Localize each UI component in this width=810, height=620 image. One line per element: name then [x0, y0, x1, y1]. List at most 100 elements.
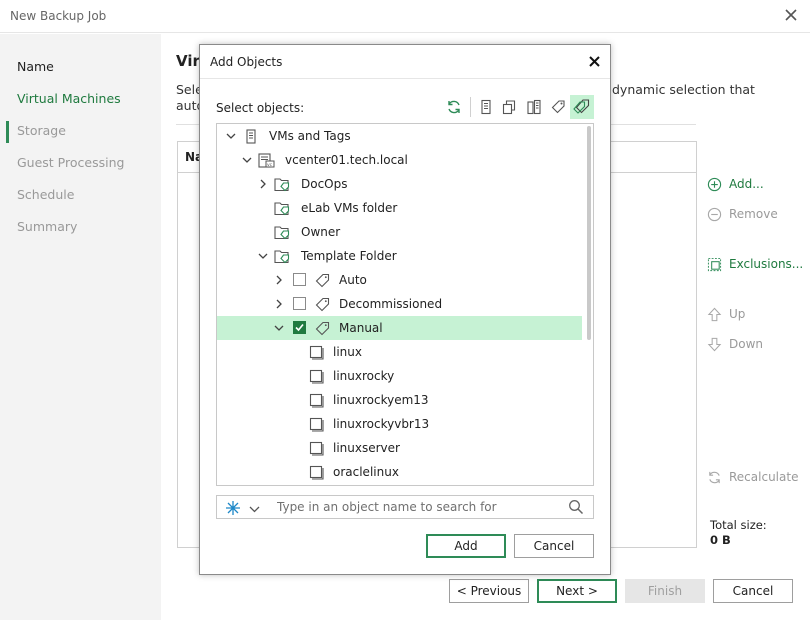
window-close-icon[interactable]	[780, 4, 802, 26]
next-button[interactable]: Next >	[537, 579, 617, 603]
tree-row[interactable]: linuxserver	[217, 436, 582, 460]
tree-item-label: Template Folder	[301, 249, 397, 263]
tree-item-label: eLab VMs folder	[301, 201, 398, 215]
tag-icon	[314, 296, 331, 313]
tree-item-checkbox-checked[interactable]	[293, 321, 306, 334]
tree-item-checkbox[interactable]	[293, 297, 306, 310]
tree-scrollbar-thumb[interactable]	[587, 126, 591, 340]
tree-row[interactable]: vc vcenter01.tech.local	[217, 148, 582, 172]
tag-category-icon	[274, 248, 291, 265]
exclusions-button[interactable]: Exclusions...	[706, 256, 803, 272]
datastores-icon[interactable]	[522, 95, 546, 119]
tree-row-selected[interactable]: Manual	[217, 316, 582, 340]
sidebar-item-summary: Summary	[17, 219, 78, 234]
sidebar-item-name[interactable]: Name	[17, 59, 54, 74]
wizard-sidebar: Name Virtual Machines Storage Guest Proc…	[0, 34, 161, 620]
tree-row[interactable]: VMs and Tags	[217, 124, 582, 148]
recalculate-button[interactable]: Recalculate	[706, 469, 798, 485]
chevron-down-icon[interactable]	[223, 128, 239, 144]
add-objects-dialog: Add Objects Select objects: VMs and Tags…	[199, 44, 611, 575]
chevron-down-icon[interactable]	[255, 248, 271, 264]
tree-item-label: vcenter01.tech.local	[285, 153, 408, 167]
tree-row[interactable]: linuxrockyvbr13	[217, 412, 582, 436]
recalculate-icon	[706, 469, 722, 485]
dialog-close-icon[interactable]	[584, 51, 604, 71]
hosts-and-clusters-icon[interactable]	[474, 95, 498, 119]
tree-row[interactable]: oraclelinux	[217, 460, 582, 484]
tree-row[interactable]: DocOps	[217, 172, 582, 196]
tree-row[interactable]: linuxrocky	[217, 364, 582, 388]
chevron-right-icon[interactable]	[271, 272, 287, 288]
tree-item-label: Auto	[339, 273, 367, 287]
tree-row[interactable]: Template Folder	[217, 244, 582, 268]
tree-row[interactable]: linux	[217, 340, 582, 364]
dialog-cancel-button[interactable]: Cancel	[514, 534, 594, 558]
tree-item-checkbox[interactable]	[293, 273, 306, 286]
tree-item-label: linuxrockyem13	[333, 393, 429, 407]
select-objects-label: Select objects:	[216, 101, 305, 115]
arrow-up-icon	[706, 306, 722, 322]
search-filter-icon[interactable]	[225, 500, 241, 519]
tree-scrollbar[interactable]	[584, 124, 593, 485]
window-title-bar: New Backup Job	[0, 0, 810, 33]
chevron-down-icon[interactable]	[271, 320, 287, 336]
remove-circle-icon	[706, 206, 722, 222]
tree-item-label: Owner	[301, 225, 341, 239]
tree-item-label: Manual	[339, 321, 383, 335]
cancel-button[interactable]: Cancel	[713, 579, 793, 603]
chevron-down-icon[interactable]	[249, 503, 260, 517]
toolbar-separator	[470, 97, 471, 117]
window-title: New Backup Job	[10, 9, 107, 23]
chevron-right-icon[interactable]	[255, 176, 271, 192]
search-input[interactable]	[275, 498, 555, 516]
svg-text:vc: vc	[267, 163, 273, 168]
object-search-box	[216, 495, 594, 519]
chevron-right-icon[interactable]	[271, 296, 287, 312]
previous-button[interactable]: < Previous	[449, 579, 529, 603]
vms-and-tags-icon	[242, 128, 259, 145]
add-circle-icon	[706, 176, 722, 192]
sidebar-item-virtual-machines[interactable]: Virtual Machines	[17, 91, 121, 106]
sidebar-item-storage: Storage	[17, 123, 66, 138]
tags-icon[interactable]	[546, 95, 570, 119]
vm-icon	[308, 440, 325, 457]
vm-icon	[308, 416, 325, 433]
dialog-title: Add Objects	[210, 55, 283, 69]
remove-button[interactable]: Remove	[706, 206, 778, 222]
tree-item-label: linuxrocky	[333, 369, 395, 383]
sidebar-item-guest-processing: Guest Processing	[17, 155, 125, 170]
tree-row[interactable]: Owner	[217, 220, 582, 244]
tree-row[interactable]: linuxrockyem13	[217, 388, 582, 412]
vms-and-templates-icon[interactable]	[498, 95, 522, 119]
chevron-down-icon[interactable]	[239, 152, 255, 168]
recalculate-button-label: Recalculate	[729, 470, 799, 484]
tree-row[interactable]: eLab VMs folder	[217, 196, 582, 220]
page-title: Vir	[176, 52, 200, 70]
tree-row[interactable]: Decommissioned	[217, 292, 582, 316]
refresh-icon[interactable]	[442, 95, 466, 119]
vcenter-icon: vc	[258, 152, 275, 169]
page-description-right: dynamic selection that	[612, 82, 755, 97]
vms-and-tags-icon[interactable]	[570, 95, 594, 119]
sidebar-item-schedule: Schedule	[17, 187, 75, 202]
dialog-add-button[interactable]: Add	[426, 534, 506, 558]
tag-category-icon	[274, 224, 291, 241]
up-button-label: Up	[729, 307, 746, 321]
finish-button: Finish	[625, 579, 705, 603]
active-step-indicator	[6, 121, 9, 143]
search-icon[interactable]	[568, 499, 584, 518]
down-button[interactable]: Down	[706, 336, 763, 352]
up-button[interactable]: Up	[706, 306, 745, 322]
tree-item-label: VMs and Tags	[269, 129, 351, 143]
add-button-label: Add...	[729, 177, 764, 191]
vm-icon	[308, 392, 325, 409]
exclusions-button-label: Exclusions...	[729, 257, 804, 271]
objects-tree[interactable]: VMs and Tags vc vcenter01.tech.local Doc…	[216, 123, 594, 486]
tag-category-icon	[274, 176, 291, 193]
tree-row[interactable]: Auto	[217, 268, 582, 292]
vm-icon	[308, 464, 325, 481]
tag-icon	[314, 272, 331, 289]
add-button[interactable]: Add...	[706, 176, 764, 192]
down-button-label: Down	[729, 337, 764, 351]
tree-item-label: linux	[333, 345, 362, 359]
